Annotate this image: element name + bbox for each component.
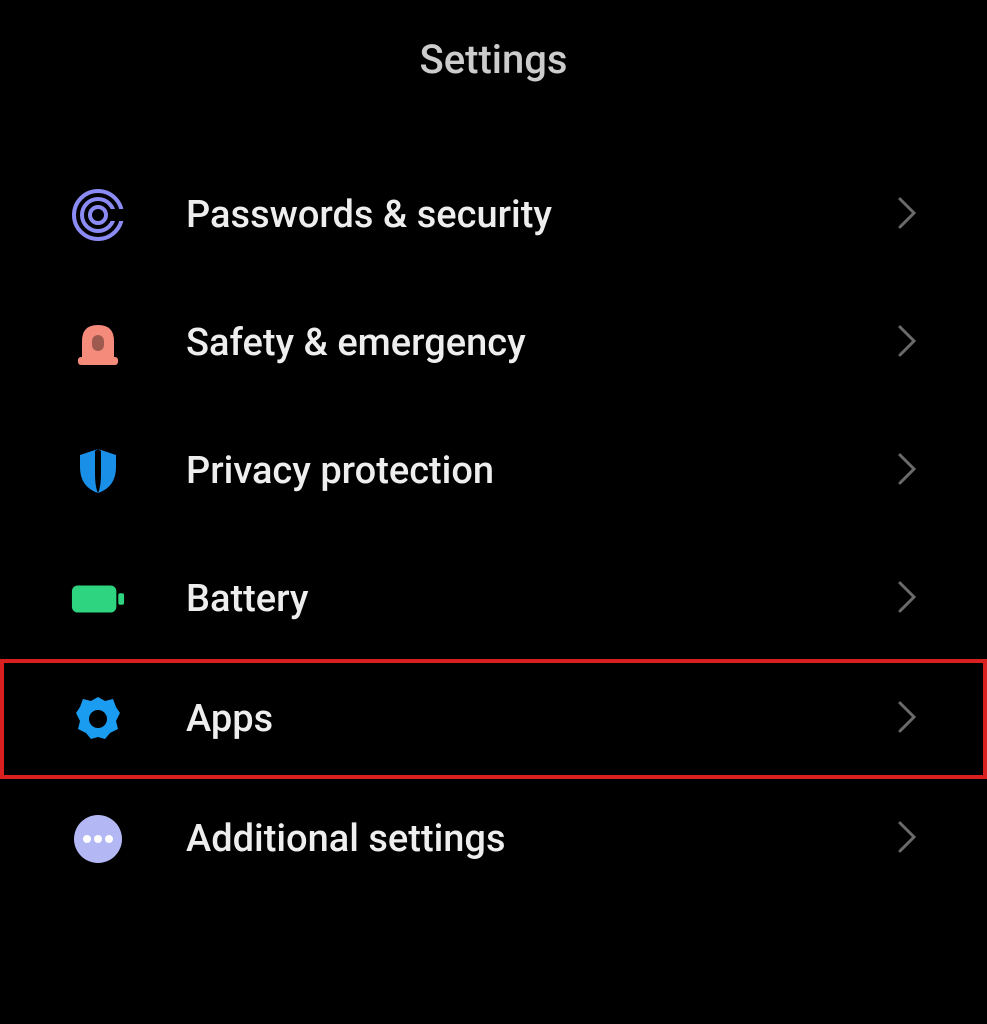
settings-item-apps[interactable]: Apps — [0, 659, 987, 779]
battery-icon — [70, 571, 126, 627]
chevron-right-icon — [897, 196, 917, 234]
gear-icon — [70, 691, 126, 747]
settings-item-label: Apps — [186, 697, 897, 741]
shield-icon — [70, 443, 126, 499]
settings-item-additional-settings[interactable]: Additional settings — [0, 779, 987, 899]
settings-item-label: Battery — [186, 577, 897, 621]
settings-item-label: Additional settings — [186, 817, 897, 861]
settings-item-safety-emergency[interactable]: Safety & emergency — [0, 283, 987, 403]
dots-icon — [70, 811, 126, 867]
chevron-right-icon — [897, 820, 917, 858]
chevron-right-icon — [897, 324, 917, 362]
page-title: Settings — [0, 0, 987, 155]
chevron-right-icon — [897, 580, 917, 618]
settings-item-label: Privacy protection — [186, 449, 897, 493]
chevron-right-icon — [897, 452, 917, 490]
settings-item-label: Passwords & security — [186, 193, 897, 237]
settings-item-passwords-security[interactable]: Passwords & security — [0, 155, 987, 275]
settings-list: Passwords & security Safety & emergency … — [0, 155, 987, 899]
settings-item-privacy-protection[interactable]: Privacy protection — [0, 411, 987, 531]
fingerprint-icon — [70, 187, 126, 243]
siren-icon — [70, 315, 126, 371]
settings-item-label: Safety & emergency — [186, 321, 897, 365]
settings-item-battery[interactable]: Battery — [0, 539, 987, 659]
chevron-right-icon — [897, 700, 917, 738]
